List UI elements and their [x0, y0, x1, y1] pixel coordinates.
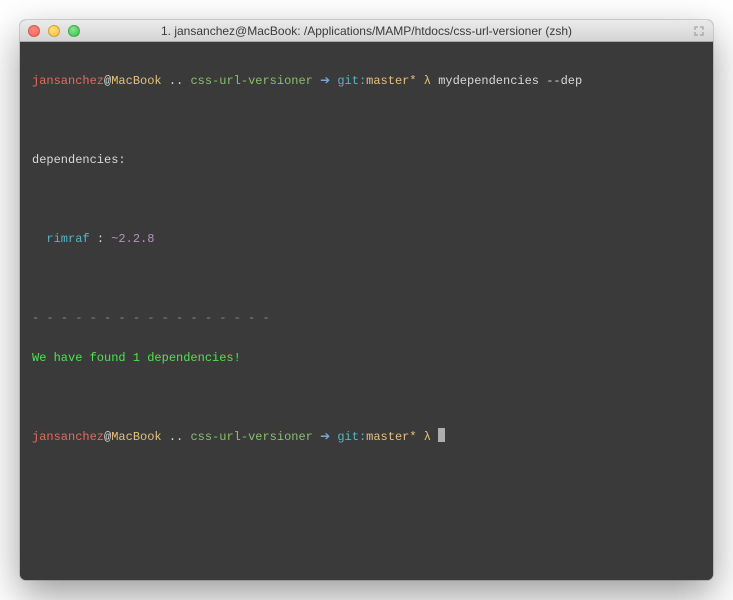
titlebar: 1. jansanchez@MacBook: /Applications/MAM… [20, 20, 713, 42]
prompt-lambda: λ [417, 430, 439, 444]
blank-line [32, 191, 701, 211]
prompt-dir: css-url-versioner [190, 430, 312, 444]
output-header: dependencies: [32, 151, 701, 171]
package-version: ~2.2.8 [111, 232, 154, 246]
terminal-window: 1. jansanchez@MacBook: /Applications/MAM… [20, 20, 713, 580]
command-text: mydependencies --dep [438, 74, 582, 88]
terminal-body[interactable]: jansanchez@MacBook .. css-url-versioner … [20, 42, 713, 580]
prompt-arrow: ➔ [313, 74, 337, 88]
package-colon: : [90, 232, 112, 246]
output-dashes: - - - - - - - - - - - - - - - - - [32, 309, 701, 329]
prompt-git-label: git: [337, 74, 366, 88]
prompt-line-2: jansanchez@MacBook .. css-url-versioner … [32, 428, 701, 448]
minimize-icon[interactable] [48, 25, 60, 37]
zoom-icon[interactable] [68, 25, 80, 37]
prompt-lambda: λ [417, 74, 439, 88]
cursor [438, 428, 445, 442]
prompt-host: MacBook [111, 74, 161, 88]
close-icon[interactable] [28, 25, 40, 37]
blank-line [32, 389, 701, 409]
prompt-host: MacBook [111, 430, 161, 444]
prompt-user: jansanchez [32, 74, 104, 88]
blank-line [32, 111, 701, 131]
window-title: 1. jansanchez@MacBook: /Applications/MAM… [20, 24, 713, 38]
blank-line [32, 270, 701, 290]
prompt-arrow: ➔ [313, 430, 337, 444]
prompt-sep: .. [162, 74, 191, 88]
prompt-dir: css-url-versioner [190, 74, 312, 88]
prompt-git-branch: master* [366, 74, 416, 88]
prompt-user: jansanchez [32, 430, 104, 444]
fullscreen-icon[interactable] [693, 25, 705, 37]
prompt-sep: .. [162, 430, 191, 444]
output-package-line: rimraf : ~2.2.8 [32, 230, 701, 250]
prompt-git-label: git: [337, 430, 366, 444]
prompt-git-branch: master* [366, 430, 416, 444]
traffic-lights [28, 25, 80, 37]
prompt-line-1: jansanchez@MacBook .. css-url-versioner … [32, 72, 701, 92]
output-found: We have found 1 dependencies! [32, 349, 701, 369]
pkg-indent [32, 232, 46, 246]
package-name: rimraf [46, 232, 89, 246]
